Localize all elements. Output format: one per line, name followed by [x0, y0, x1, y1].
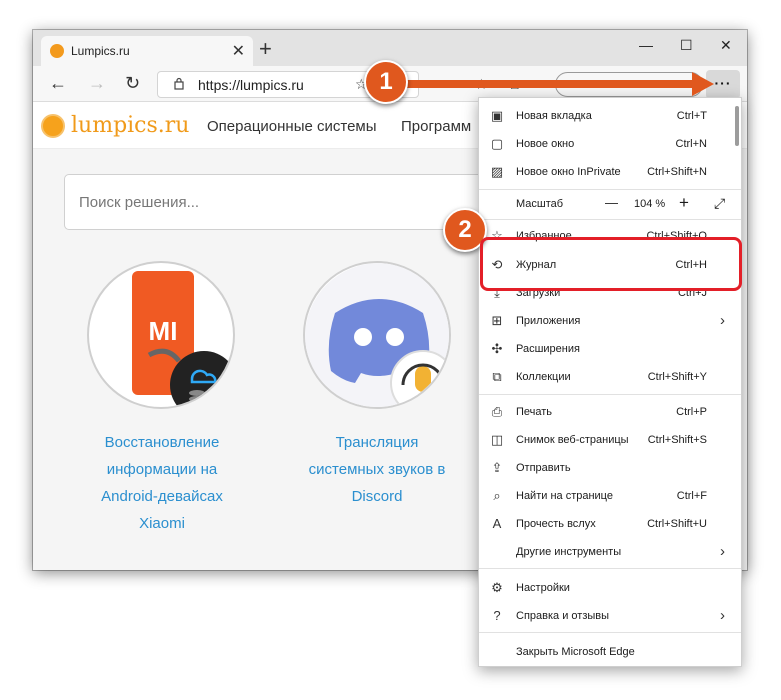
discord-logo-icon [305, 263, 449, 407]
card-image-discord[interactable] [303, 261, 451, 409]
site-favicon-icon [50, 44, 64, 58]
help-icon: ? [493, 608, 501, 623]
menu-item-find[interactable]: ⌕ Найти на странице Ctrl+F [479, 482, 741, 510]
chevron-right-icon: › [720, 312, 725, 329]
tab-icon: ▣ [490, 108, 504, 123]
extensions-icon: ✣ [491, 341, 503, 356]
xiaomi-phone-icon: MI [132, 271, 233, 407]
find-icon: ⌕ [493, 488, 501, 503]
card-image-xiaomi[interactable]: MI [87, 261, 235, 409]
menu-item-help[interactable]: ? Справка и отзывы › [479, 602, 741, 630]
screenshot-icon: ◫ [490, 432, 504, 447]
nav-link-programs[interactable]: Программ [401, 118, 471, 135]
forward-button[interactable]: → [88, 73, 106, 94]
annotation-arrowhead-icon [692, 72, 714, 96]
menu-separator [479, 568, 741, 569]
search-placeholder: Поиск решения... [79, 194, 200, 211]
zoom-out-button[interactable]: — [605, 195, 618, 210]
annotation-arrow [388, 80, 698, 88]
orange-logo-icon [41, 114, 65, 138]
menu-item-inprivate[interactable]: ▨ Новое окно InPrivate Ctrl+Shift+N [479, 158, 741, 186]
read-aloud-icon: A [492, 516, 502, 531]
menu-item-settings[interactable]: ⚙ Настройки [479, 574, 741, 602]
tab-lumpics[interactable]: Lumpics.ru ✕ [41, 36, 253, 66]
menu-item-new-tab[interactable]: ▣ Новая вкладка Ctrl+T [479, 102, 741, 130]
menu-item-extensions[interactable]: ✣ Расширения [479, 335, 741, 363]
chevron-right-icon: › [720, 543, 725, 560]
maximize-button[interactable]: ☐ [680, 37, 693, 54]
zoom-value: 104 % [634, 198, 666, 210]
menu-separator [479, 394, 741, 395]
gear-icon: ⚙ [491, 580, 503, 595]
print-icon: ⎙ [491, 404, 503, 419]
menu-item-screenshot[interactable]: ◫ Снимок веб-страницы Ctrl+Shift+S [479, 426, 741, 454]
menu-item-new-window[interactable]: ▢ Новое окно Ctrl+N [479, 130, 741, 158]
collections-icon: ⧉ [492, 369, 502, 384]
lock-icon [174, 77, 184, 90]
minimize-button[interactable]: — [639, 37, 653, 53]
menu-separator [479, 219, 741, 220]
refresh-button[interactable]: ↻ [125, 73, 140, 94]
close-window-button[interactable]: ✕ [720, 37, 732, 54]
menu-item-collections[interactable]: ⧉ Коллекции Ctrl+Shift+Y [479, 363, 741, 391]
menu-item-apps[interactable]: ⊞ Приложения › [479, 307, 741, 335]
menu-item-share[interactable]: ⇪ Отправить [479, 454, 741, 482]
step-1-callout: 1 [364, 60, 408, 104]
history-highlight-box [480, 237, 742, 291]
window-icon: ▢ [490, 136, 504, 151]
menu-separator [479, 632, 741, 633]
site-logo[interactable]: lumpics.ru [71, 113, 189, 138]
zoom-in-button[interactable]: + [679, 193, 689, 213]
card-title-discord[interactable]: Трансляция системных звуков в Discord [277, 429, 477, 510]
inprivate-icon: ▨ [490, 164, 504, 179]
url-text: https://lumpics.ru [198, 77, 304, 93]
tab-close-icon[interactable]: ✕ [232, 41, 245, 61]
site-search-input[interactable]: Поиск решения... [64, 174, 494, 230]
svg-text:MI: MI [149, 316, 178, 346]
settings-menu: ▣ Новая вкладка Ctrl+T ▢ Новое окно Ctrl… [478, 97, 742, 667]
chevron-right-icon: › [720, 607, 725, 624]
new-tab-button[interactable]: + [259, 36, 272, 62]
zoom-label: Масштаб [516, 198, 564, 210]
tab-title: Lumpics.ru [71, 44, 130, 58]
menu-item-close-edge[interactable]: Закрыть Microsoft Edge [479, 638, 741, 666]
menu-item-print[interactable]: ⎙ Печать Ctrl+P [479, 398, 741, 426]
fullscreen-icon[interactable]: ⤢ [714, 195, 725, 212]
menu-item-more-tools[interactable]: Другие инструменты › [479, 538, 741, 566]
nav-link-os[interactable]: Операционные системы [207, 118, 377, 135]
card-title-xiaomi[interactable]: Восстановление информации на Android-дев… [62, 429, 262, 537]
menu-item-zoom: Масштаб — 104 % + ⤢ [479, 190, 741, 218]
share-icon: ⇪ [491, 460, 503, 475]
menu-item-read-aloud[interactable]: A Прочесть вслух Ctrl+Shift+U [479, 510, 741, 538]
apps-icon: ⊞ [491, 313, 503, 328]
back-button[interactable]: ← [49, 73, 67, 94]
